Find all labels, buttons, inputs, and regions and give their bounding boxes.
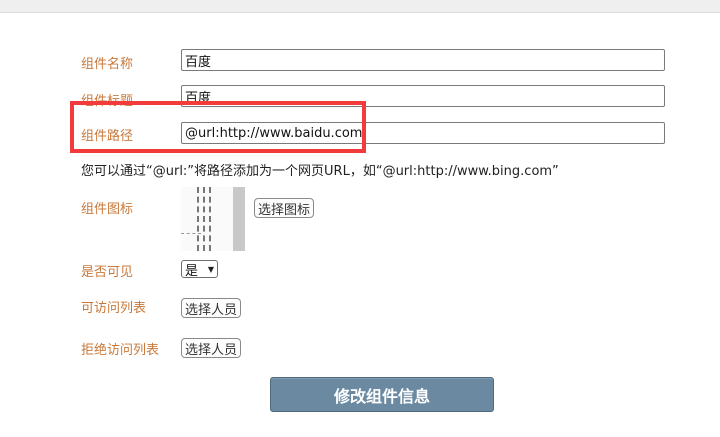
component-path-input[interactable] [181,122,665,144]
choose-icon-button[interactable]: 选择图标 [254,198,315,218]
deny-list-label: 拒绝访问列表 [81,343,160,358]
component-title-input[interactable] [181,85,665,107]
allow-list-label: 可访问列表 [81,301,147,316]
submit-button[interactable]: 修改组件信息 [270,377,494,412]
chevron-down-icon: ▼ [207,264,214,274]
allow-choose-users-button[interactable]: 选择人员 [181,298,242,318]
visible-label: 是否可见 [81,265,134,280]
component-name-label: 组件名称 [81,57,134,72]
component-path-label: 组件路径 [81,129,134,144]
component-icon-label: 组件图标 [81,202,134,217]
visible-select-value: 是 [185,263,199,279]
path-hint-text: 您可以通过“@url:”将路径添加为一个网页URL，如“@url:http://… [81,164,559,179]
component-title-label: 组件标题 [81,94,134,109]
component-name-input[interactable] [181,49,665,71]
visible-select[interactable]: 是 ▼ [181,260,218,279]
top-bar [0,0,720,13]
deny-choose-users-button[interactable]: 选择人员 [181,338,242,358]
component-icon-preview [181,187,245,251]
